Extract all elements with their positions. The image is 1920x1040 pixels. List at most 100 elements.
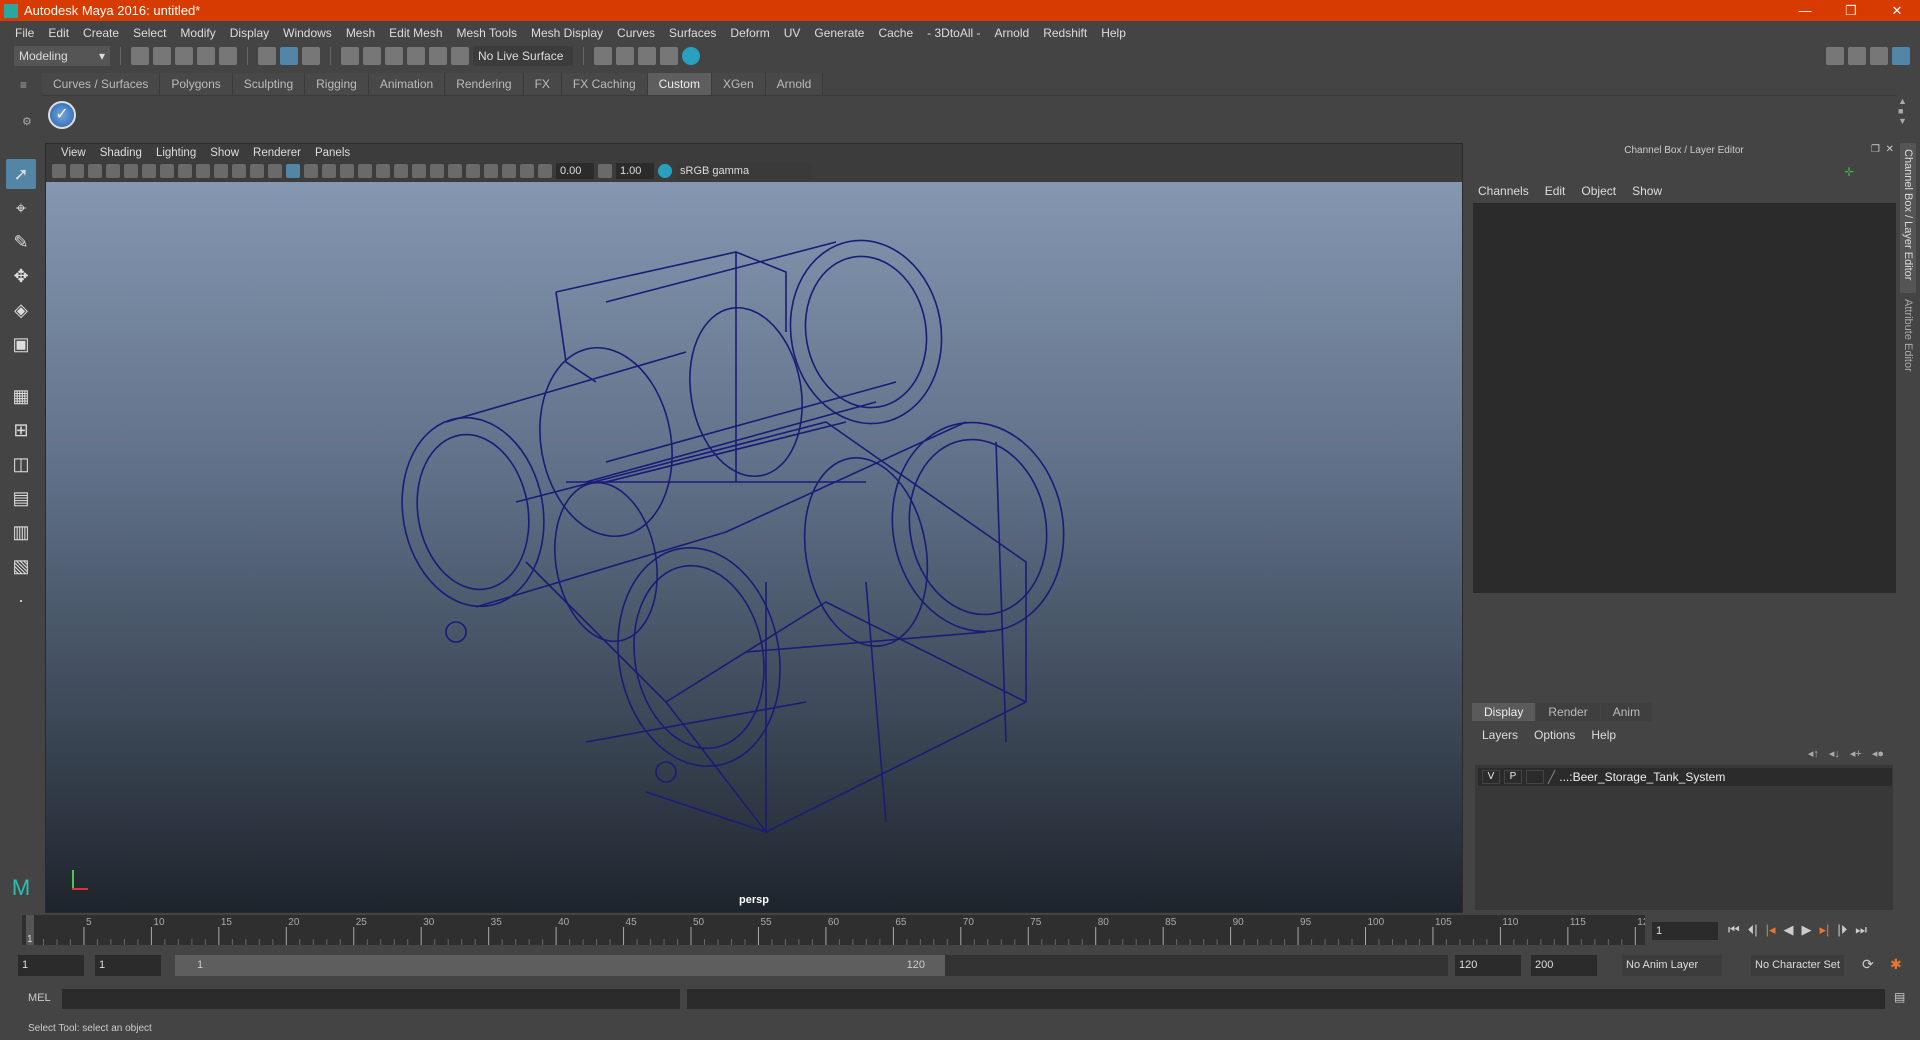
viewport-menu-show[interactable]: Show [203, 147, 246, 159]
shelf-tab-custom[interactable]: Custom [647, 73, 712, 95]
move-layer-down-icon[interactable]: ◂↓ [1829, 747, 1840, 760]
render-frame-icon[interactable] [594, 47, 612, 65]
shelf-settings-icon[interactable]: ⚙ [22, 115, 32, 128]
menu-3dtoall[interactable]: - 3DtoAll - [920, 26, 987, 40]
xray-components-icon[interactable] [520, 164, 534, 178]
layer-color-swatch[interactable]: ╱ [1548, 770, 1555, 784]
character-set-dropdown[interactable]: No Character Set [1751, 955, 1844, 976]
rotate-tool-icon[interactable]: ◈ [6, 295, 36, 325]
step-back-icon[interactable]: ⏴| [1748, 922, 1758, 938]
select-hierarchy-icon[interactable] [258, 47, 276, 65]
layer-menu-help[interactable]: Help [1591, 728, 1616, 742]
playback-start-field[interactable]: 1 [95, 955, 161, 976]
menu-deform[interactable]: Deform [723, 26, 776, 40]
select-object-icon[interactable] [280, 47, 298, 65]
safe-title-icon[interactable] [268, 164, 282, 178]
wireframe-on-shaded-icon[interactable] [322, 164, 336, 178]
smooth-shade-icon[interactable] [304, 164, 318, 178]
ambient-occlusion-icon[interactable] [394, 164, 408, 178]
new-scene-icon[interactable] [131, 47, 149, 65]
shelf-tab-curves-surfaces[interactable]: Curves / Surfaces [42, 73, 161, 95]
shelf-tab-xgen[interactable]: XGen [711, 73, 766, 95]
new-layer-icon[interactable]: ◂+ [1850, 747, 1862, 760]
four-view-layout-icon[interactable]: ⊞ [6, 415, 36, 445]
new-layer-selected-icon[interactable]: ◂● [1872, 747, 1884, 760]
shelf-tab-rendering[interactable]: Rendering [445, 73, 524, 95]
preferences-icon[interactable]: ✱ [1890, 956, 1902, 973]
checkmark-shelf-icon[interactable]: ✓ [48, 101, 76, 129]
render-settings-icon[interactable] [660, 47, 678, 65]
shelf-tab-fx-caching[interactable]: FX Caching [561, 73, 648, 95]
menu-mesh-tools[interactable]: Mesh Tools [450, 26, 524, 40]
outliner-toggle-icon[interactable] [1848, 47, 1866, 65]
menu-mesh-display[interactable]: Mesh Display [524, 26, 610, 40]
snap-surface-icon[interactable] [429, 47, 447, 65]
camera-icon[interactable] [52, 164, 66, 178]
play-backward-icon[interactable]: ◀ [1784, 922, 1794, 938]
time-slider[interactable]: 5 10 15 20 25 30 35 40 45 50 55 60 65 70 75 80 85 90 95 100… [22, 915, 1654, 945]
attribute-editor-toggle-icon[interactable] [1870, 47, 1888, 65]
go-to-start-icon[interactable]: ⏮ [1728, 922, 1740, 938]
grid-icon[interactable] [160, 164, 174, 178]
menu-arnold[interactable]: Arnold [988, 26, 1037, 40]
menu-modify[interactable]: Modify [173, 26, 222, 40]
live-surface-field[interactable]: No Live Surface [473, 46, 573, 66]
open-scene-icon[interactable] [153, 47, 171, 65]
step-forward-icon[interactable]: |⏵ [1837, 922, 1847, 938]
paint-select-tool-icon[interactable]: ✎ [6, 227, 36, 257]
viewport-menu-shading[interactable]: Shading [93, 147, 149, 159]
3d-scene[interactable]: persp [46, 182, 1462, 912]
close-button[interactable]: ✕ [1874, 0, 1920, 21]
exposure-icon[interactable] [538, 164, 552, 178]
color-space-dropdown[interactable]: sRGB gamma [676, 163, 811, 179]
layer-playback-toggle[interactable]: P [1504, 770, 1522, 784]
shelf-tab-sculpting[interactable]: Sculpting [232, 73, 306, 95]
depth-of-field-icon[interactable] [448, 164, 462, 178]
render-sequence-icon[interactable] [616, 47, 634, 65]
layer-menu-layers[interactable]: Layers [1482, 728, 1518, 742]
2d-pan-icon[interactable] [124, 164, 138, 178]
layer-tab-render[interactable]: Render [1536, 703, 1600, 721]
gate-mask-icon[interactable] [214, 164, 228, 178]
anti-aliasing-icon[interactable] [430, 164, 444, 178]
gamma-icon[interactable] [598, 164, 612, 178]
menu-cache[interactable]: Cache [871, 26, 920, 40]
more-layouts-icon[interactable]: · [6, 585, 36, 615]
xray-icon[interactable] [484, 164, 498, 178]
channel-box-menu-object[interactable]: Object [1581, 184, 1616, 198]
isolate-select-icon[interactable] [466, 164, 480, 178]
move-layer-up-icon[interactable]: ◂↑ [1808, 747, 1819, 760]
menu-generate[interactable]: Generate [807, 26, 871, 40]
command-language-label[interactable]: MEL [28, 992, 51, 1004]
shelf-tab-polygons[interactable]: Polygons [160, 73, 233, 95]
channel-box-side-tab[interactable]: Channel Box / Layer Editor [1900, 143, 1916, 293]
menu-select[interactable]: Select [126, 26, 173, 40]
current-frame-field[interactable]: 1 [1652, 922, 1718, 940]
prev-key-icon[interactable]: |◂ [1766, 922, 1776, 938]
layer-tab-anim[interactable]: Anim [1600, 703, 1653, 721]
menu-redshift[interactable]: Redshift [1036, 26, 1094, 40]
mode-dropdown[interactable]: Modeling ▾ [14, 46, 110, 66]
viewport-menu-view[interactable]: View [54, 147, 93, 159]
anim-layer-dropdown[interactable]: No Anim Layer [1622, 955, 1722, 976]
channel-box-menu-show[interactable]: Show [1632, 184, 1662, 198]
viewport-menu-panels[interactable]: Panels [308, 147, 357, 159]
channel-box-menu-channels[interactable]: Channels [1478, 184, 1529, 198]
lights-icon[interactable] [358, 164, 372, 178]
script-editor-icon[interactable]: ▤ [1894, 990, 1905, 1004]
menu-mesh[interactable]: Mesh [339, 26, 382, 40]
layer-tab-display[interactable]: Display [1472, 703, 1536, 721]
command-input[interactable] [62, 989, 680, 1009]
close-panel-icon[interactable]: ✕ [1886, 144, 1894, 155]
lasso-tool-icon[interactable]: ⌖ [6, 193, 36, 223]
menu-edit-mesh[interactable]: Edit Mesh [382, 26, 449, 40]
field-chart-icon[interactable] [232, 164, 246, 178]
hypershade-icon[interactable] [682, 47, 700, 65]
graph-layout-icon[interactable]: ▥ [6, 517, 36, 547]
resolution-gate-icon[interactable] [196, 164, 210, 178]
range-slider-handle[interactable]: 1 120 [175, 955, 945, 976]
layer-visibility-toggle[interactable]: V [1482, 770, 1500, 784]
float-panel-icon[interactable]: ❐ [1871, 144, 1880, 155]
outliner-layout-icon[interactable]: ▤ [6, 483, 36, 513]
ipr-render-icon[interactable] [638, 47, 656, 65]
